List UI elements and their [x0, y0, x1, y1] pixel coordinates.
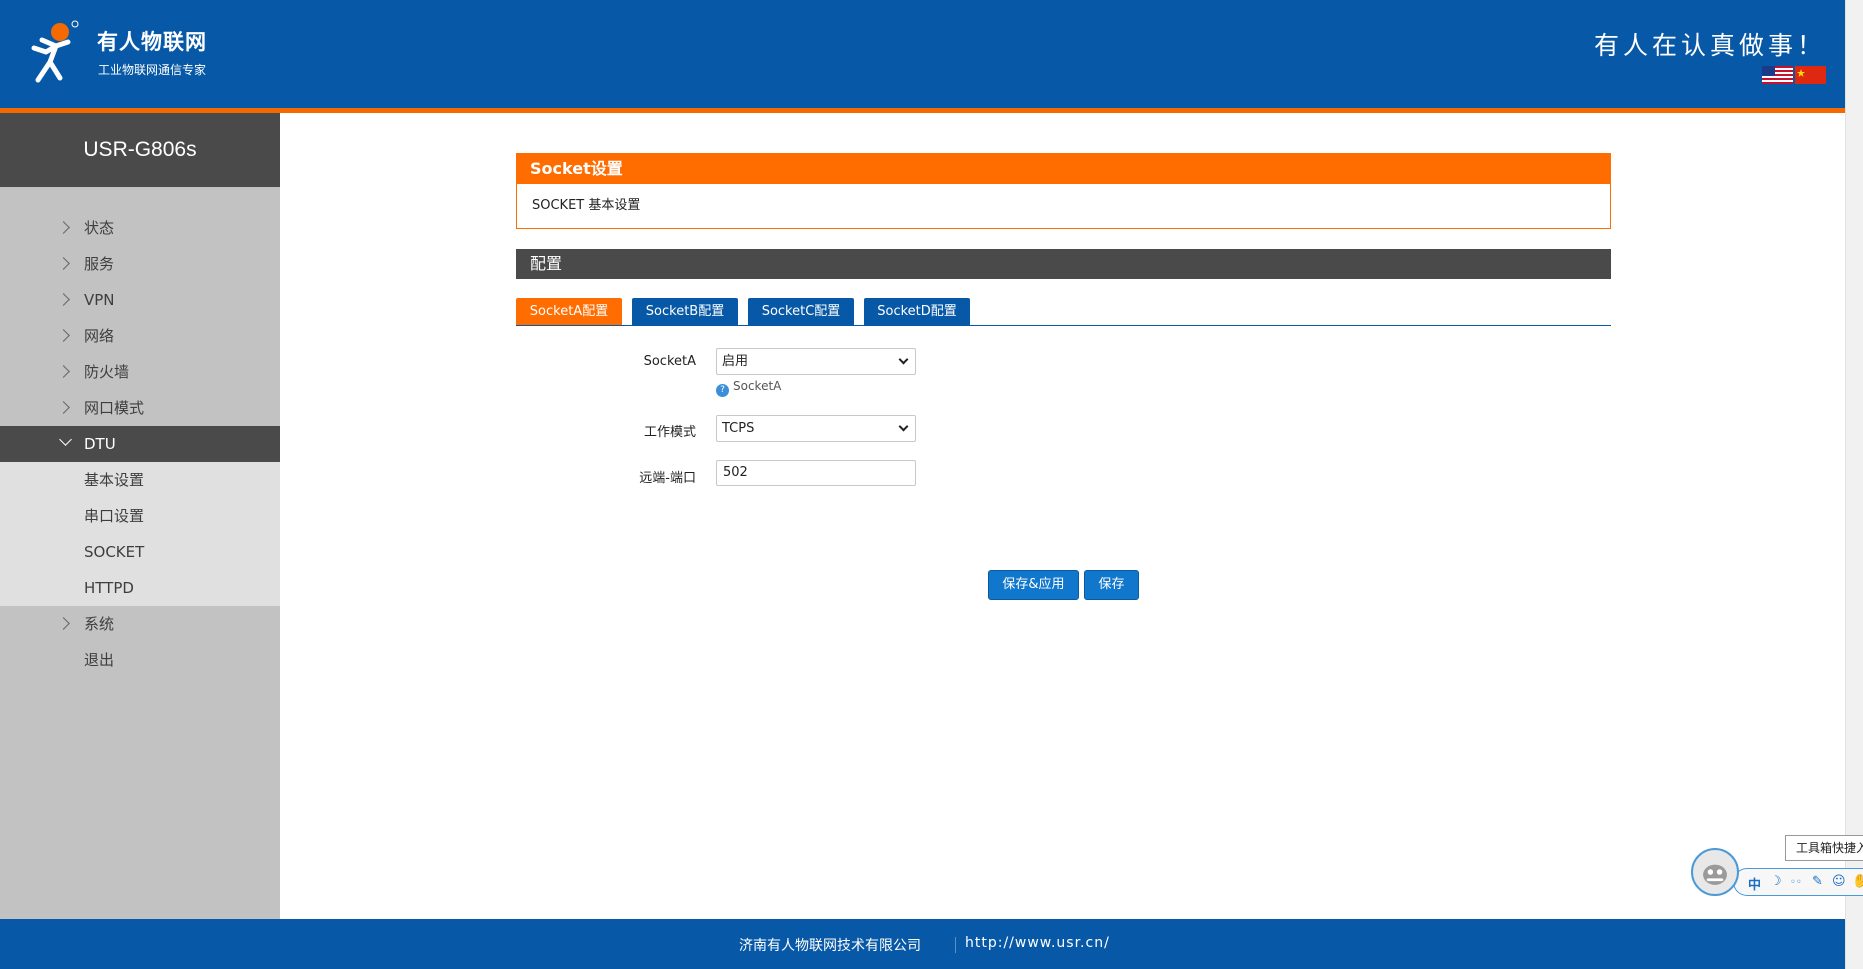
us-flag-icon[interactable]	[1762, 66, 1793, 84]
smiley-icon[interactable]: ☺	[1832, 874, 1846, 889]
moon-icon[interactable]: ☽	[1770, 874, 1782, 889]
chinese-input-icon[interactable]: 中	[1748, 874, 1761, 893]
sidebar-item-network[interactable]: 网络	[0, 318, 280, 354]
vertical-scrollbar[interactable]	[1845, 0, 1863, 969]
remote-port-input[interactable]: 502	[716, 460, 916, 486]
submenu-item-socket[interactable]: SOCKET	[0, 534, 280, 570]
submenu-item-httpd[interactable]: HTTPD	[0, 570, 280, 606]
submenu-item-label: HTTPD	[84, 579, 134, 597]
device-name: USR-G806s	[0, 113, 280, 187]
sidebar-item-label: DTU	[84, 435, 116, 453]
chevron-right-icon	[57, 365, 70, 378]
remote-port-label: 远端-端口	[639, 471, 696, 486]
socketa-select[interactable]: 启用	[716, 348, 916, 375]
toolbox-tooltip[interactable]: 工具箱快捷入	[1785, 835, 1863, 861]
sidebar-item-label: 服务	[84, 255, 115, 273]
chevron-down-icon	[898, 354, 909, 365]
chevron-down-icon	[898, 421, 909, 432]
sidebar-item-label: VPN	[84, 291, 115, 309]
wrench-icon[interactable]: ✎	[1812, 874, 1823, 889]
submenu-item-label: SOCKET	[84, 543, 145, 561]
footer-url[interactable]: http://www.usr.cn/	[965, 935, 1110, 951]
submenu-item-basic[interactable]: 基本设置	[0, 462, 280, 498]
sidebar-item-logout[interactable]: 退出	[0, 642, 280, 678]
sidebar-menu: 状态 服务 VPN 网络 防火墙 网口模式 DTU 基本设置 串口设置 SOCK…	[0, 210, 280, 678]
sidebar-item-port-mode[interactable]: 网口模式	[0, 390, 280, 426]
usr-logo-icon	[31, 20, 79, 83]
socketa-label: SocketA	[643, 354, 696, 369]
sidebar-item-label: 防火墙	[84, 363, 130, 381]
punctuation-icon[interactable]: ◦◦	[1790, 877, 1802, 888]
submenu-item-serial[interactable]: 串口设置	[0, 498, 280, 534]
tab-socket-d[interactable]: SocketD配置	[864, 298, 970, 325]
sidebar-item-label: 状态	[84, 219, 115, 237]
config-section-title: 配置	[516, 249, 1611, 279]
socketa-hint: ? SocketA	[716, 378, 782, 397]
footer-divider	[955, 937, 956, 953]
chevron-right-icon	[57, 617, 70, 630]
chevron-right-icon	[57, 401, 70, 414]
tab-socket-b[interactable]: SocketB配置	[632, 298, 738, 325]
help-icon: ?	[716, 384, 729, 397]
submenu-item-label: 基本设置	[84, 471, 145, 489]
sidebar-item-status[interactable]: 状态	[0, 210, 280, 246]
sidebar-item-vpn[interactable]: VPN	[0, 282, 280, 318]
sidebar-item-label: 网络	[84, 327, 115, 345]
sidebar-item-label: 网口模式	[84, 399, 145, 417]
panel-title: Socket设置	[516, 153, 1611, 184]
sidebar-item-firewall[interactable]: 防火墙	[0, 354, 280, 390]
footer: 济南有人物联网技术有限公司 http://www.usr.cn/	[0, 919, 1845, 969]
chevron-right-icon	[57, 329, 70, 342]
tab-socket-c[interactable]: SocketC配置	[748, 298, 854, 325]
sidebar-item-dtu[interactable]: DTU	[0, 426, 280, 462]
toolbox-bar: 中 ☽ ◦◦ ✎ ☺ ✋	[1733, 868, 1863, 896]
panel-description: SOCKET 基本设置	[516, 184, 1611, 229]
language-switcher	[1762, 66, 1826, 84]
socketa-hint-text: SocketA	[733, 379, 782, 393]
submenu-item-label: 串口设置	[84, 507, 145, 525]
save-button[interactable]: 保存	[1084, 570, 1139, 600]
socketa-select-value: 启用	[722, 354, 749, 369]
app-root: 有人物联网 工业物联网通信专家 有人在认真做事！ USR-G806s 状态 服务…	[0, 0, 1863, 969]
mode-select[interactable]: TCPS	[716, 415, 916, 442]
header-slogan: 有人在认真做事！	[1594, 31, 1827, 60]
sidebar-item-label: 系统	[84, 615, 115, 633]
brand-tagline: 工业物联网通信专家	[98, 63, 207, 77]
chevron-right-icon	[57, 221, 70, 234]
mode-select-value: TCPS	[722, 421, 755, 436]
sidebar-item-label: 退出	[84, 651, 115, 669]
cn-flag-icon[interactable]	[1795, 66, 1826, 84]
mode-label: 工作模式	[643, 425, 696, 440]
save-apply-button[interactable]: 保存&应用	[988, 570, 1079, 600]
tab-socket-a[interactable]: SocketA配置	[516, 298, 622, 325]
sidebar-item-system[interactable]: 系统	[0, 606, 280, 642]
top-header: 有人物联网 工业物联网通信专家 有人在认真做事！	[0, 0, 1845, 108]
sidebar: USR-G806s 状态 服务 VPN 网络 防火墙 网口模式 DTU 基本设置…	[0, 113, 280, 919]
dtu-submenu: 基本设置 串口设置 SOCKET HTTPD	[0, 462, 280, 606]
socket-tabs: SocketA配置 SocketB配置 SocketC配置 SocketD配置	[516, 298, 1611, 326]
sidebar-item-services[interactable]: 服务	[0, 246, 280, 282]
footer-company: 济南有人物联网技术有限公司	[739, 938, 921, 954]
toolbox-avatar-icon[interactable]	[1691, 848, 1739, 896]
chevron-right-icon	[57, 257, 70, 270]
hand-icon[interactable]: ✋	[1852, 874, 1863, 889]
chevron-right-icon	[57, 293, 70, 306]
brand-name: 有人物联网	[97, 30, 207, 54]
chevron-down-icon	[59, 433, 72, 446]
